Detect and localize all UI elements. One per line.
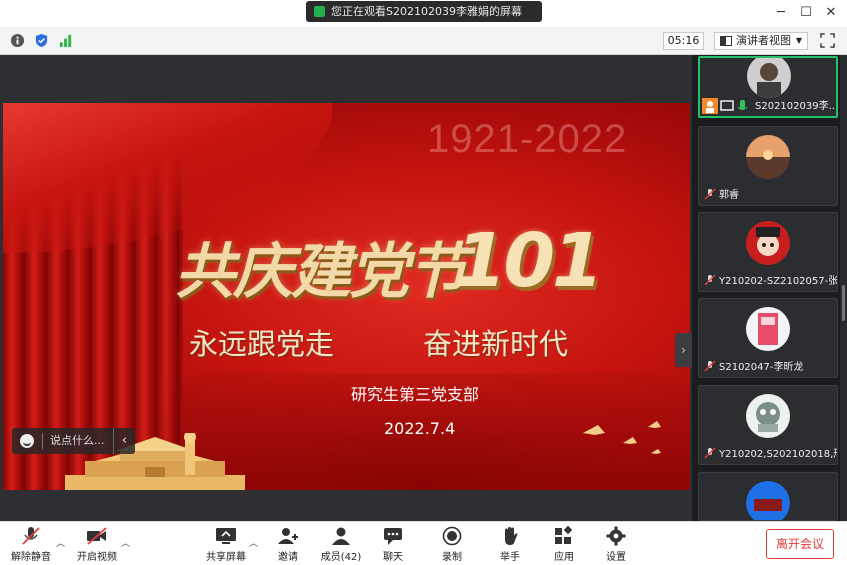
mic-muted-icon xyxy=(704,188,716,200)
chevron-up-icon[interactable]: ︿ xyxy=(249,536,258,549)
slide-headline: 共庆建党节 xyxy=(175,237,467,307)
meeting-timer: 05:16 xyxy=(663,32,704,50)
mic-muted-icon xyxy=(704,447,716,459)
screen-share-icon xyxy=(314,6,325,17)
title-bar: 您正在观看S202102039李雅娟的屏幕 ─ ☐ ✕ xyxy=(0,0,847,27)
meeting-controls-bar: 解除静音 ︿ 开启视频 ︿ 共享屏幕 ︿ 邀请 成员(42) 聊天 录制 举手 … xyxy=(0,521,847,565)
chevron-down-icon: ▼ xyxy=(795,36,802,45)
apps-icon xyxy=(555,526,573,544)
mic-muted-icon xyxy=(704,360,716,372)
members-label: 成员(42) xyxy=(320,552,362,563)
comment-input[interactable]: 说点什么... ‹ xyxy=(12,428,135,454)
chevron-left-icon[interactable]: ‹ xyxy=(113,428,135,454)
unmute-label: 解除静音 xyxy=(11,552,51,563)
raise-hand-label: 举手 xyxy=(500,552,520,563)
settings-label: 设置 xyxy=(606,552,626,563)
share-screen-label: 共享屏幕 xyxy=(206,552,246,563)
view-mode-dropdown[interactable]: 演讲者视图 ▼ xyxy=(714,32,808,50)
raise-hand-icon xyxy=(505,527,518,545)
doves-illustration xyxy=(583,421,661,454)
apps-label: 应用 xyxy=(554,552,574,563)
participant-name: Y210202,S202102018,邢... xyxy=(719,449,837,460)
slide-date: 2022.7.4 xyxy=(384,419,456,438)
avatar xyxy=(746,481,790,520)
slide-subtitle-left: 永远跟党走 xyxy=(189,327,335,361)
start-video-label: 开启视频 xyxy=(77,552,117,563)
participant-tile[interactable]: Y210202-SZ2102057-张... xyxy=(698,212,838,292)
screen-share-indicator[interactable]: 您正在观看S202102039李雅娟的屏幕 xyxy=(306,1,542,22)
participant-name: Y210202-SZ2102057-张... xyxy=(719,276,838,287)
chat-icon xyxy=(384,528,402,545)
divider xyxy=(42,433,43,449)
chat-button[interactable]: 聊天 xyxy=(378,524,408,564)
minimize-icon[interactable]: ─ xyxy=(771,4,791,22)
participant-name: 郭睿 xyxy=(719,190,739,201)
share-screen-button[interactable]: 共享屏幕 xyxy=(204,524,248,564)
apps-button[interactable]: 应用 xyxy=(549,524,579,564)
scrollbar-thumb[interactable] xyxy=(842,285,845,321)
chat-label: 聊天 xyxy=(383,552,403,563)
fullscreen-icon[interactable] xyxy=(820,33,835,48)
chevron-up-icon[interactable]: ︿ xyxy=(56,536,65,549)
avatar xyxy=(746,221,790,265)
mic-muted-icon xyxy=(704,274,716,286)
collapse-sidebar-button[interactable]: › xyxy=(675,333,692,367)
gear-icon xyxy=(606,526,626,546)
emoji-icon[interactable] xyxy=(20,434,34,448)
participant-name: S2102047-李昕龙 xyxy=(719,362,804,373)
record-label: 录制 xyxy=(442,552,462,563)
signal-strength-icon[interactable] xyxy=(58,33,73,48)
video-off-icon xyxy=(87,527,107,545)
invite-button[interactable]: 邀请 xyxy=(273,524,303,564)
add-user-icon xyxy=(278,528,298,544)
meeting-toolbar: 05:16 演讲者视图 ▼ xyxy=(0,27,847,55)
shared-screen-area: 1921-2022 共庆建党节 101 永远跟党走 奋进新时代 研究生第三党支部… xyxy=(0,55,692,521)
participant-tile[interactable]: Y210202,S202102018,邢... xyxy=(698,385,838,465)
chevron-up-icon[interactable]: ︿ xyxy=(121,536,130,549)
participant-tile[interactable]: S202102039李... xyxy=(698,56,838,118)
maximize-icon[interactable]: ☐ xyxy=(796,4,816,22)
slide-years: 1921-2022 xyxy=(427,117,628,161)
speaker-view-icon xyxy=(720,36,732,46)
record-icon xyxy=(442,526,462,546)
avatar xyxy=(746,135,790,179)
share-screen-icon xyxy=(216,528,236,544)
avatar xyxy=(746,394,790,438)
participant-name: S202102039李... xyxy=(755,101,838,112)
view-mode-label: 演讲者视图 xyxy=(736,34,791,47)
slide-subtitle-right: 奋进新时代 xyxy=(423,327,569,361)
settings-button[interactable]: 设置 xyxy=(601,524,631,564)
start-video-button[interactable]: 开启视频 xyxy=(74,524,120,564)
security-shield-icon[interactable] xyxy=(34,33,49,48)
slide-headline-number: 101 xyxy=(455,218,603,304)
info-icon[interactable] xyxy=(10,33,25,48)
participant-status-icons xyxy=(702,98,754,114)
avatar xyxy=(747,58,791,98)
comment-placeholder: 说点什么... xyxy=(50,434,105,447)
mic-muted-icon xyxy=(22,527,40,545)
record-button[interactable]: 录制 xyxy=(437,524,467,564)
avatar xyxy=(746,307,790,351)
raise-hand-button[interactable]: 举手 xyxy=(495,524,525,564)
leave-meeting-button[interactable]: 离开会议 xyxy=(766,529,834,559)
sharing-text: 您正在观看S202102039李雅娟的屏幕 xyxy=(331,5,522,18)
slide-branch: 研究生第三党支部 xyxy=(351,385,480,404)
participant-tile[interactable]: 郭睿 xyxy=(698,126,838,206)
participant-tile[interactable] xyxy=(698,472,838,521)
members-icon xyxy=(332,527,350,545)
unmute-button[interactable]: 解除静音 xyxy=(8,524,54,564)
close-icon[interactable]: ✕ xyxy=(821,4,841,22)
participant-tile[interactable]: S2102047-李昕龙 xyxy=(698,298,838,378)
invite-label: 邀请 xyxy=(278,552,298,563)
members-button[interactable]: 成员(42) xyxy=(318,524,364,564)
